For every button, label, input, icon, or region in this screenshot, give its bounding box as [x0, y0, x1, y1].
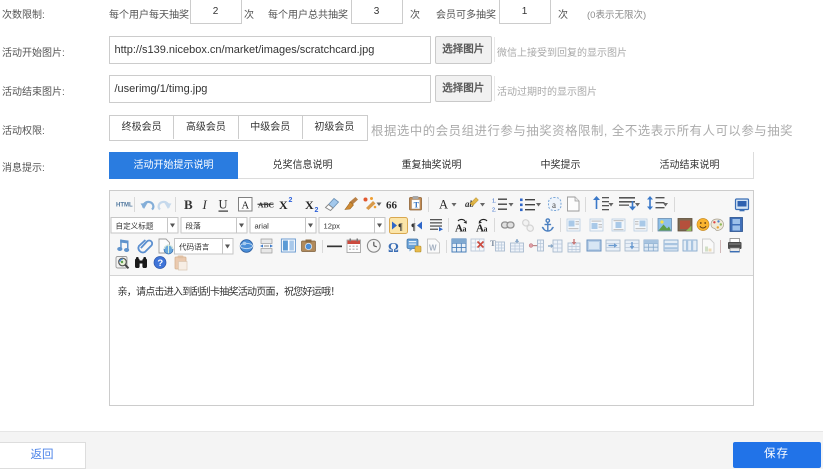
svg-text:a: a — [484, 225, 488, 234]
svg-text:2: 2 — [315, 207, 319, 214]
svg-text:I: I — [202, 197, 208, 212]
svg-text:代码语言: 代码语言 — [179, 241, 210, 251]
svg-text:X: X — [305, 198, 314, 212]
svg-text:¶: ¶ — [398, 222, 403, 232]
svg-text:1.: 1. — [492, 199, 497, 205]
svg-text:2: 2 — [289, 197, 293, 204]
svg-text:A: A — [439, 198, 448, 212]
svg-text:X: X — [279, 198, 288, 212]
svg-text:段落: 段落 — [186, 220, 202, 230]
svg-text:2.: 2. — [492, 208, 497, 214]
svg-text:T: T — [414, 201, 420, 210]
svg-text:U: U — [219, 198, 228, 212]
svg-text:ABC: ABC — [258, 201, 274, 210]
svg-text:a: a — [552, 200, 556, 210]
svg-text:arial: arial — [255, 221, 270, 230]
svg-text:HTML: HTML — [116, 203, 133, 209]
svg-text:66: 66 — [386, 200, 398, 212]
svg-text:?: ? — [157, 258, 163, 269]
svg-text:自定义标题: 自定义标题 — [116, 220, 154, 230]
svg-text:¶: ¶ — [411, 222, 416, 232]
svg-text:B: B — [184, 197, 193, 212]
svg-text:A: A — [242, 200, 250, 211]
svg-text:Ω: Ω — [388, 240, 399, 255]
svg-text:a: a — [463, 225, 467, 234]
svg-text:W: W — [429, 244, 437, 253]
svg-text:12px: 12px — [324, 221, 341, 230]
